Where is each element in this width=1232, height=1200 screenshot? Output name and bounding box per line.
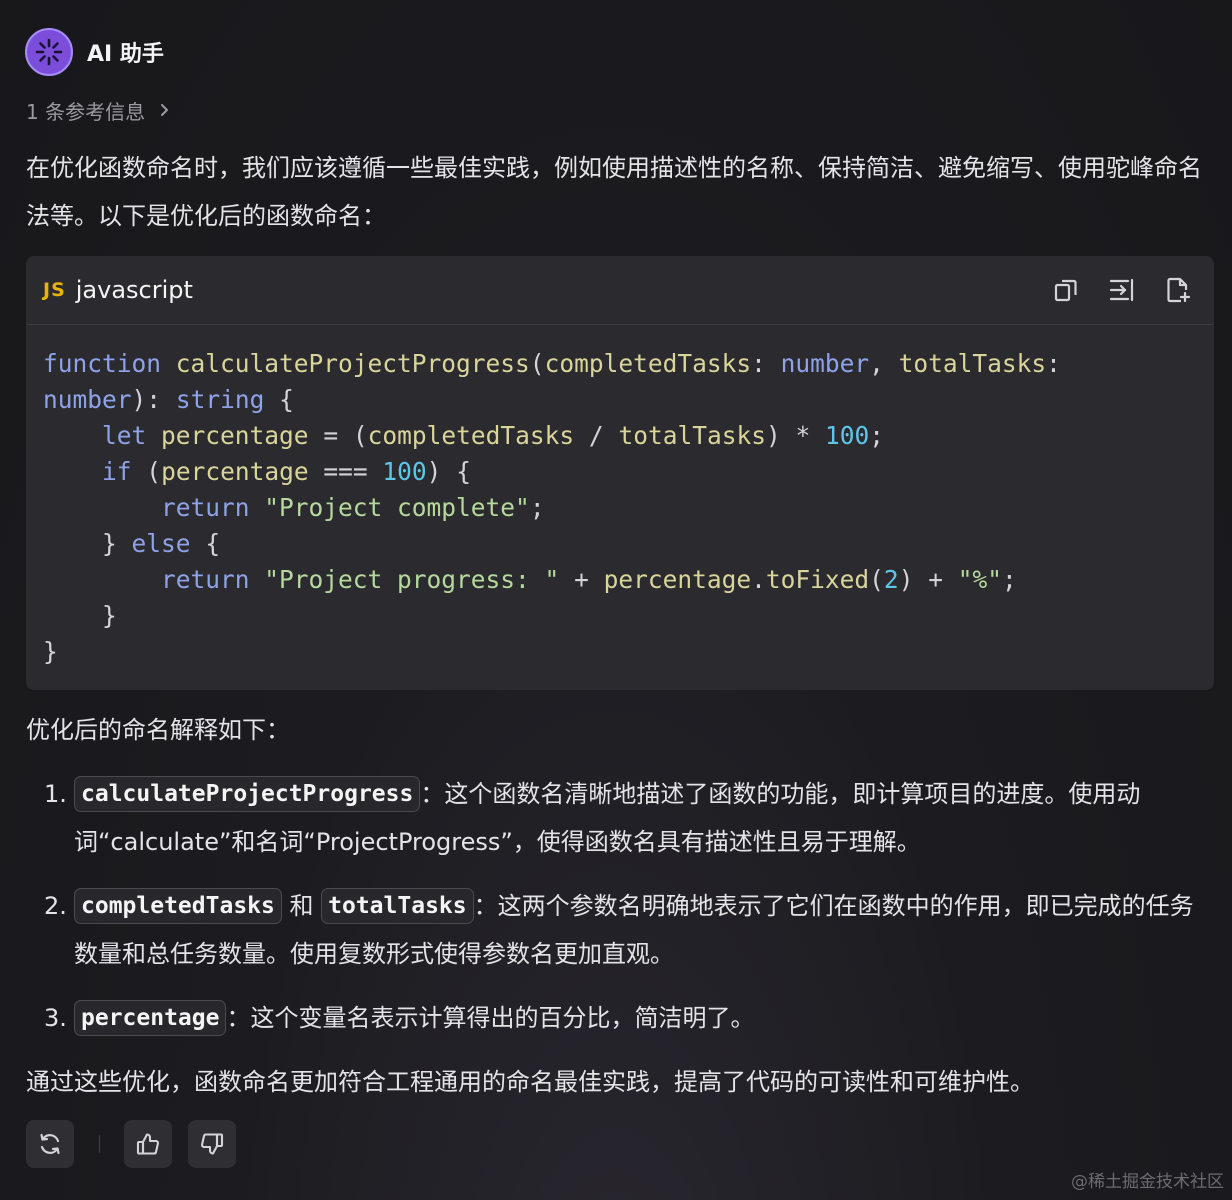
code-punctuation: } xyxy=(102,601,117,630)
new-file-icon xyxy=(1167,277,1191,303)
code-keyword: number xyxy=(43,385,132,414)
dislike-button[interactable] xyxy=(188,1120,236,1168)
explanation-heading: 优化后的命名解释如下： xyxy=(26,716,290,744)
code-keyword: function xyxy=(43,349,162,378)
code-punctuation: ( xyxy=(529,349,545,378)
inline-code: percentage xyxy=(74,1000,227,1036)
code-punctuation: / xyxy=(588,421,604,450)
code-punctuation: : xyxy=(751,349,766,378)
code-keyword: let xyxy=(102,421,147,450)
thumbs-down-icon xyxy=(200,1133,224,1155)
code-punctuation: ) xyxy=(898,565,914,594)
list-number: 3. xyxy=(44,1004,67,1032)
code-identifier: toFixed xyxy=(765,565,870,594)
code-punctuation: : xyxy=(1046,349,1061,378)
insert-button[interactable] xyxy=(1106,274,1138,306)
code-punctuation: ) xyxy=(131,385,147,414)
code-identifier: totalTasks xyxy=(618,421,766,450)
watermark: @稀土掘金技术社区 xyxy=(1071,1172,1224,1192)
code-number: 100 xyxy=(382,457,427,486)
code-keyword: return xyxy=(161,565,250,594)
explanation-text: ：这个变量名表示计算得出的百分比，简洁明了。 xyxy=(226,1004,755,1032)
code-punctuation: ( xyxy=(146,457,162,486)
code-string: "Project progress: " xyxy=(264,565,560,594)
js-badge-icon: JS xyxy=(43,279,66,301)
copy-icon xyxy=(1054,279,1077,302)
code-punctuation: { xyxy=(205,529,221,558)
new-file-button[interactable] xyxy=(1162,274,1194,306)
code-punctuation: = xyxy=(352,457,368,486)
divider xyxy=(99,1135,100,1153)
code-punctuation: + xyxy=(928,565,943,594)
code-number: 2 xyxy=(883,565,899,594)
code-content: function calculateProjectProgress(comple… xyxy=(26,346,1061,670)
code-punctuation: : xyxy=(146,385,162,414)
inline-code: totalTasks xyxy=(321,888,474,924)
code-number: 100 xyxy=(825,421,870,450)
avatar xyxy=(25,28,73,76)
code-punctuation: . xyxy=(751,565,766,594)
code-punctuation: ( xyxy=(869,565,884,594)
code-identifier: percentage xyxy=(161,457,309,486)
assistant-header: AI 助手 xyxy=(25,27,164,77)
code-keyword: number xyxy=(780,349,870,378)
feedback-bar xyxy=(26,1120,236,1168)
list-item-text: completedTasks 和 totalTasks ：这两个参数名明确地表示了… xyxy=(74,882,1214,978)
code-punctuation: = xyxy=(323,421,339,450)
list-item-text: percentage ：这个变量名表示计算得出的百分比，简洁明了。 xyxy=(74,994,1214,1042)
code-punctuation: = xyxy=(338,457,353,486)
code-punctuation: ( xyxy=(352,421,368,450)
code-string: "%" xyxy=(957,565,1003,594)
code-punctuation: ) xyxy=(426,457,442,486)
code-block: JS javascript function calculateProjectP… xyxy=(26,256,1214,690)
code-actions xyxy=(1050,274,1194,306)
code-punctuation: ; xyxy=(1002,565,1017,594)
code-keyword: return xyxy=(161,493,250,522)
code-identifier: completedTasks xyxy=(367,421,575,450)
thumbs-up-icon xyxy=(136,1133,160,1155)
intro-paragraph: 在优化函数命名时，我们应该遵循一些最佳实践，例如使用描述性的名称、保持简洁、避免… xyxy=(26,154,1202,230)
joiner-text: 和 xyxy=(281,892,322,920)
list-number: 2. xyxy=(44,892,67,920)
code-language: javascript xyxy=(75,276,193,304)
code-punctuation: { xyxy=(456,457,471,486)
code-header: JS javascript xyxy=(26,256,1214,325)
references-label: 1 条参考信息 xyxy=(26,99,146,124)
chevron-right-icon xyxy=(159,103,171,117)
list-item-text: calculateProjectProgress ：这个函数名清晰地描述了函数的功… xyxy=(74,770,1214,866)
code-punctuation: { xyxy=(279,385,294,414)
code-punctuation: , xyxy=(869,349,884,378)
code-identifier: totalTasks xyxy=(898,349,1047,378)
inline-code: completedTasks xyxy=(74,888,282,924)
summary-paragraph: 通过这些优化，函数命名更加符合工程通用的命名最佳实践，提高了代码的可读性和可维护… xyxy=(26,1068,1034,1096)
code-identifier: percentage xyxy=(603,565,752,594)
list-number: 1. xyxy=(44,780,67,808)
refresh-icon xyxy=(40,1133,60,1155)
code-punctuation: ; xyxy=(869,421,885,450)
code-punctuation: = xyxy=(323,457,339,486)
code-identifier: completedTasks xyxy=(544,349,752,378)
code-punctuation: } xyxy=(43,637,58,666)
code-punctuation: ; xyxy=(529,493,545,522)
assistant-name: AI 助手 xyxy=(87,42,164,67)
code-string: "Project complete" xyxy=(264,493,530,522)
sparkle-icon xyxy=(35,38,63,66)
code-keyword: else xyxy=(131,529,191,558)
code-punctuation: ) xyxy=(765,421,781,450)
references-link[interactable]: 1 条参考信息 xyxy=(26,94,171,126)
insert-icon xyxy=(1109,278,1134,302)
regenerate-button[interactable] xyxy=(26,1120,74,1168)
code-punctuation: + xyxy=(574,565,589,594)
code-identifier: calculateProjectProgress xyxy=(175,349,530,378)
like-button[interactable] xyxy=(124,1120,172,1168)
code-keyword: if xyxy=(102,457,132,486)
copy-button[interactable] xyxy=(1050,274,1082,306)
code-punctuation: } xyxy=(102,529,117,558)
inline-code: calculateProjectProgress xyxy=(74,776,421,812)
code-keyword: string xyxy=(175,385,265,414)
code-punctuation: * xyxy=(795,421,811,450)
code-identifier: percentage xyxy=(161,421,309,450)
